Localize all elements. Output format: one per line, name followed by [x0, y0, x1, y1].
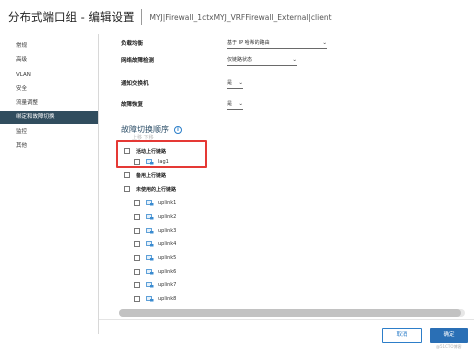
chevron-down-icon: ⌄: [292, 56, 297, 63]
uplink2-checkbox[interactable]: [134, 214, 140, 220]
notify-switches-select[interactable]: 是 ⌄: [227, 78, 243, 89]
uplink3-checkbox[interactable]: [134, 228, 140, 234]
horizontal-scrollbar[interactable]: [119, 309, 465, 317]
standby-uplinks-checkbox[interactable]: [124, 172, 130, 178]
uplink6-checkbox[interactable]: [134, 269, 140, 275]
dialog-title: 分布式端口组 - 编辑设置: [8, 10, 135, 24]
uplink7-label: uplink7: [158, 282, 177, 288]
uplink-port-icon: [146, 214, 154, 220]
uplink1-checkbox[interactable]: [134, 200, 140, 206]
uplink-port-icon: [146, 241, 154, 247]
standby-uplinks-group[interactable]: 备用上行链路: [124, 170, 166, 180]
uplink-port-icon: [146, 255, 154, 261]
uplink8-checkbox[interactable]: [134, 296, 140, 302]
failback-select[interactable]: 是 ⌄: [227, 99, 243, 110]
load-balancing-value: 基于 IP 哈希的路由: [227, 39, 270, 46]
uplink-row-uplink3[interactable]: uplink3: [134, 226, 176, 236]
uplink2-label: uplink2: [158, 214, 177, 220]
sidebar-item-traffic-shaping[interactable]: 流量调整: [0, 97, 98, 110]
watermark: @51CTO博客: [436, 344, 462, 349]
unused-uplinks-checkbox[interactable]: [124, 186, 130, 192]
uplink-row-uplink1[interactable]: uplink1: [134, 198, 176, 208]
uplink-port-icon: [146, 200, 154, 206]
sidebar-item-security[interactable]: 安全: [0, 83, 98, 96]
notify-switches-label: 通知交换机: [121, 81, 149, 87]
uplink6-label: uplink6: [158, 269, 177, 275]
failback-label: 故障恢复: [121, 102, 144, 108]
uplink-row-uplink2[interactable]: uplink2: [134, 212, 176, 222]
cancel-button[interactable]: 取消: [382, 328, 422, 343]
sidebar-item-general[interactable]: 常规: [0, 40, 98, 53]
notify-switches-row: 通知交换机 是 ⌄: [121, 77, 243, 89]
uplink7-checkbox[interactable]: [134, 282, 140, 288]
uplink1-label: uplink1: [158, 200, 177, 206]
scrollbar-thumb[interactable]: [119, 309, 461, 317]
sidebar-item-teaming-failover[interactable]: 绑定和故障切换: [0, 111, 98, 125]
settings-panel: 负载均衡 基于 IP 哈希的路由 ⌄ 网络故障检测 仅链路状态 ⌄ 通知交换机 …: [99, 34, 474, 314]
dialog-title-bar: 分布式端口组 - 编辑设置 MYJ|Firewall_1ctxMYJ_VRFFi…: [0, 0, 474, 34]
sidebar-item-vlan[interactable]: VLAN: [0, 69, 98, 82]
uplink-row-uplink8[interactable]: uplink8: [134, 294, 176, 304]
chevron-down-icon: ⌄: [322, 39, 327, 46]
info-icon[interactable]: i: [174, 125, 182, 134]
dialog-subtitle: MYJ|Firewall_1ctxMYJ_VRFFirewall_Externa…: [149, 12, 332, 22]
uplink5-checkbox[interactable]: [134, 255, 140, 261]
standby-uplinks-label: 备用上行链路: [136, 172, 167, 179]
failure-detection-value: 仅链路状态: [227, 56, 253, 63]
uplink-port-icon: [146, 269, 154, 275]
title-divider: [141, 9, 143, 25]
annotation-highlight-box: [116, 140, 207, 168]
footer-divider: [99, 319, 474, 320]
failure-detection-row: 网络故障检测 仅链路状态 ⌄: [121, 54, 297, 66]
sidebar-item-advanced[interactable]: 高级: [0, 54, 98, 67]
uplink-row-uplink7[interactable]: uplink7: [134, 280, 176, 290]
load-balancing-row: 负载均衡 基于 IP 哈希的路由 ⌄: [121, 37, 327, 49]
chevron-down-icon: ⌄: [238, 100, 243, 107]
uplink-row-uplink4[interactable]: uplink4: [134, 239, 176, 249]
uplink4-checkbox[interactable]: [134, 241, 140, 247]
uplink-row-uplink6[interactable]: uplink6: [134, 267, 176, 277]
failure-detection-select[interactable]: 仅链路状态 ⌄: [227, 55, 297, 66]
uplink-port-icon: [146, 228, 154, 234]
uplink8-label: uplink8: [158, 296, 177, 302]
unused-uplinks-group[interactable]: 未使用的上行链路: [124, 184, 176, 194]
ok-button[interactable]: 确定: [430, 328, 468, 343]
notify-switches-value: 是: [227, 79, 233, 86]
uplink-port-icon: [146, 296, 154, 302]
uplink-row-uplink5[interactable]: uplink5: [134, 253, 176, 263]
chevron-down-icon: ⌄: [238, 79, 243, 86]
sidebar-item-miscellaneous[interactable]: 其他: [0, 140, 98, 153]
sidebar-item-monitoring[interactable]: 监控: [0, 126, 98, 139]
failback-value: 是: [227, 100, 233, 107]
uplink5-label: uplink5: [158, 255, 177, 261]
load-balancing-select[interactable]: 基于 IP 哈希的路由 ⌄: [227, 38, 327, 49]
uplink-port-icon: [146, 282, 154, 288]
uplink4-label: uplink4: [158, 241, 177, 247]
failback-row: 故障恢复 是 ⌄: [121, 98, 243, 110]
sidebar: 常规 高级 VLAN 安全 流量调整 绑定和故障切换 监控 其他: [0, 40, 98, 154]
failure-detection-label: 网络故障检测: [121, 58, 155, 64]
uplink3-label: uplink3: [158, 228, 177, 234]
load-balancing-label: 负载均衡: [121, 41, 144, 47]
unused-uplinks-label: 未使用的上行链路: [136, 186, 177, 193]
